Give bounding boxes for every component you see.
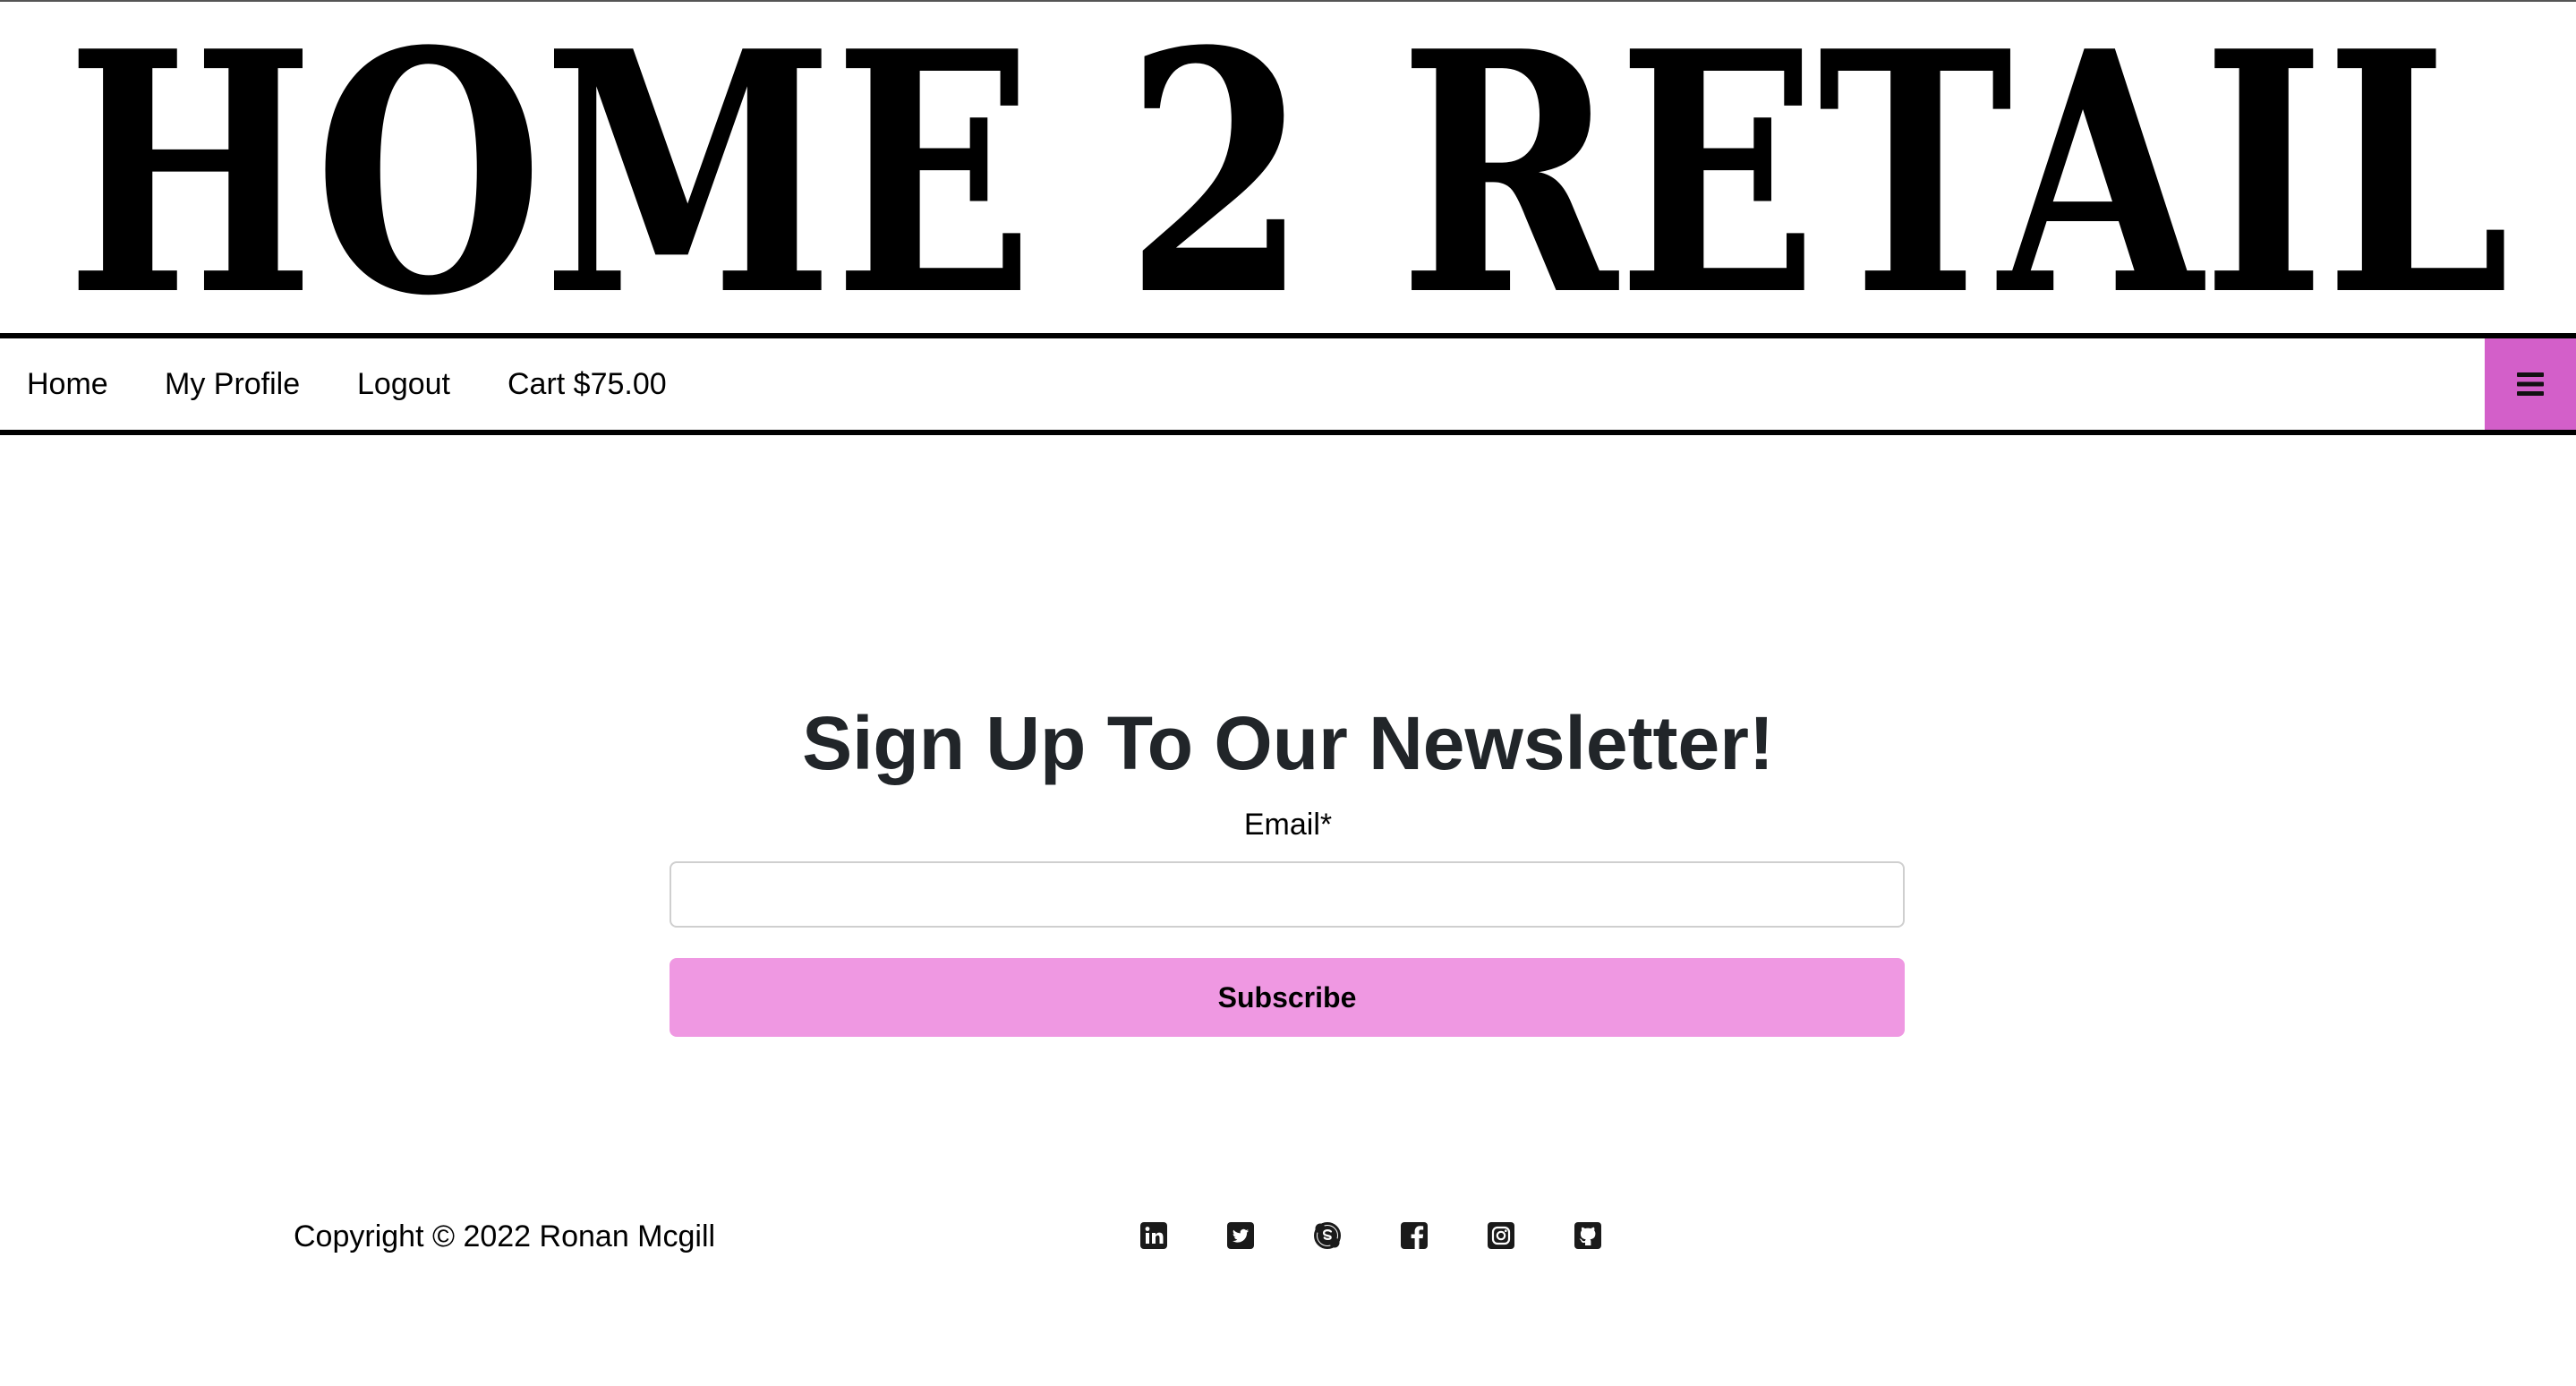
hamburger-icon [2517, 372, 2544, 396]
newsletter-title: Sign Up To Our Newsletter! [802, 701, 1774, 785]
nav-link-home[interactable]: Home [27, 338, 108, 430]
nav-link-logout[interactable]: Logout [357, 338, 450, 430]
site-logo[interactable]: HOME 2 RETAIL [0, 2, 2576, 333]
email-label: Email* [1243, 808, 1333, 842]
copyright-text: Copyright © 2022 Ronan Mcgill [294, 1219, 716, 1253]
subscribe-button[interactable]: Subscribe [670, 958, 1905, 1037]
nav-link-cart[interactable]: Cart $75.00 [508, 338, 667, 430]
instagram-icon[interactable] [1487, 1221, 1515, 1250]
menu-toggle-button[interactable] [2485, 338, 2576, 430]
nav-link-my-profile[interactable]: My Profile [165, 338, 300, 430]
site-logo-text: HOME 2 RETAIL [66, 2, 2510, 333]
twitter-icon[interactable] [1226, 1221, 1255, 1250]
email-field[interactable] [670, 861, 1905, 928]
facebook-icon[interactable] [1400, 1221, 1429, 1250]
skype-icon[interactable] [1313, 1221, 1342, 1250]
linkedin-icon[interactable] [1139, 1221, 1168, 1250]
main-navbar: Home My Profile Logout Cart $75.00 [0, 333, 2576, 435]
github-icon[interactable] [1574, 1221, 1602, 1250]
